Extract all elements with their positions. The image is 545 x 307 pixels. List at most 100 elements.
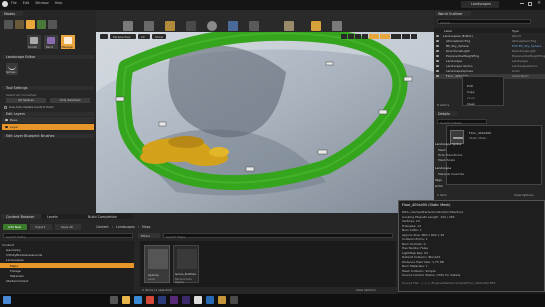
eye-icon[interactable] xyxy=(436,55,439,57)
tab-build-completion[interactable]: Build Completion xyxy=(83,214,133,219)
details-tab[interactable]: Details xyxy=(435,111,457,116)
mail-icon[interactable] xyxy=(206,296,214,304)
filters-button[interactable]: Filters xyxy=(138,233,160,238)
close-icon[interactable]: × xyxy=(537,0,541,6)
details-section[interactable]: Landscape xyxy=(435,166,451,170)
edit-layer-blueprint-header[interactable]: Edit Layer Blueprint Brushes xyxy=(2,134,94,138)
col-label[interactable]: Label xyxy=(444,29,452,33)
paths-search-input[interactable]: Search Paths xyxy=(3,233,133,239)
minimize-icon[interactable] xyxy=(520,3,524,4)
tab-levels[interactable]: Levels xyxy=(42,214,82,219)
rotate-icon[interactable] xyxy=(348,34,354,39)
details-section[interactable]: Actor xyxy=(435,184,443,188)
eye-icon[interactable] xyxy=(436,75,439,77)
eye-icon[interactable] xyxy=(436,40,439,42)
edit-layers-header[interactable]: Edit Layers xyxy=(2,112,94,116)
folder-icon[interactable] xyxy=(218,296,226,304)
edge-icon[interactable] xyxy=(134,296,142,304)
details-section[interactable]: Tags xyxy=(435,178,442,182)
scale-icon[interactable] xyxy=(355,34,361,39)
import-button[interactable]: Import xyxy=(30,224,52,230)
tree-item[interactable]: StarterContent xyxy=(6,279,28,283)
details-section[interactable]: Landscape Spline xyxy=(435,142,461,146)
only-selected-button[interactable]: Only Selected xyxy=(50,98,90,103)
snap-angle-icon[interactable] xyxy=(380,34,390,39)
show-button[interactable]: Show xyxy=(152,34,166,39)
landscape-editor-header[interactable]: Landscape Editor xyxy=(2,55,94,59)
auto-delete-checkbox[interactable] xyxy=(4,106,7,109)
menu-window[interactable]: Window xyxy=(35,1,48,5)
context-menu-item[interactable]: Edit xyxy=(467,84,473,88)
place-mode-icon[interactable] xyxy=(4,20,13,29)
maximize-icon[interactable] xyxy=(528,2,532,6)
tool-manage-button[interactable]: Manage xyxy=(61,35,75,49)
details-search-input[interactable]: Search Details xyxy=(437,119,487,125)
context-menu-item[interactable]: Paste xyxy=(467,96,475,100)
eye-icon[interactable] xyxy=(436,60,439,62)
context-menu-item[interactable]: Copy xyxy=(467,90,475,94)
menu-help[interactable]: Help xyxy=(55,1,63,5)
asset-tile[interactable]: Splines Level xyxy=(144,245,170,283)
windows-start-icon[interactable] xyxy=(3,296,11,304)
eye-icon[interactable] xyxy=(436,50,439,52)
snap-grid-icon[interactable] xyxy=(369,34,379,39)
tool-sculpt-button[interactable]: Sculpt xyxy=(27,35,41,49)
store-icon[interactable] xyxy=(230,296,238,304)
geometry-mode-icon[interactable] xyxy=(48,20,57,29)
maximize-viewport-icon[interactable] xyxy=(411,34,417,39)
tree-item[interactable]: Content xyxy=(2,243,14,247)
tree-item[interactable]: Geometry xyxy=(6,248,21,252)
translate-icon[interactable] xyxy=(341,34,347,39)
outliner-search-input[interactable]: Search... xyxy=(437,19,531,25)
tool-paint-button[interactable]: Paint xyxy=(44,35,58,49)
premiere-icon[interactable] xyxy=(170,296,178,304)
context-menu-item[interactable]: Clear xyxy=(467,102,475,106)
eye-icon[interactable] xyxy=(436,35,439,37)
modes-tab[interactable]: Modes xyxy=(1,11,23,16)
new-spline-tool-button[interactable]: Splines xyxy=(6,63,18,75)
file-explorer-icon[interactable] xyxy=(122,296,130,304)
viewport-options-button[interactable] xyxy=(100,34,108,39)
layer-row-base[interactable]: Base xyxy=(2,117,94,123)
landscape-mode-icon[interactable] xyxy=(26,20,35,29)
search-icon[interactable] xyxy=(110,296,118,304)
eye-icon[interactable] xyxy=(436,65,439,67)
menu-file[interactable]: File xyxy=(11,1,17,5)
snap-scale-icon[interactable] xyxy=(391,34,401,39)
photoshop-icon[interactable] xyxy=(158,296,166,304)
breadcrumb-landscapes[interactable]: Landscapes xyxy=(116,225,135,229)
window-tab[interactable]: Landscapes xyxy=(461,1,499,8)
eye-icon[interactable] xyxy=(5,125,8,128)
paint-mode-icon[interactable] xyxy=(15,20,24,29)
eye-icon[interactable] xyxy=(5,118,8,121)
world-icon[interactable] xyxy=(362,34,368,39)
details-view-options-button[interactable]: View Options xyxy=(514,193,534,197)
level-viewport[interactable]: Perspective Lit Show xyxy=(96,32,434,213)
tab-content-browser[interactable]: Content Browser xyxy=(1,214,41,219)
save-all-button[interactable]: Save All xyxy=(55,224,81,230)
tree-item-selected[interactable]: Maps xyxy=(0,263,134,268)
breadcrumb-content[interactable]: Content xyxy=(96,225,109,229)
breadcrumb-maps[interactable]: Maps xyxy=(142,225,150,229)
layer-row-selected[interactable]: Layer xyxy=(2,124,94,130)
tree-item[interactable]: InfinityBladeGrassLands xyxy=(6,253,42,257)
asset-search-input[interactable]: Search Maps xyxy=(163,233,393,239)
after-effects-icon[interactable] xyxy=(182,296,190,304)
lit-button[interactable]: Lit xyxy=(138,34,150,39)
eye-icon[interactable] xyxy=(436,70,439,72)
chrome-icon[interactable] xyxy=(146,296,154,304)
tool-settings-header[interactable]: Tool Settings xyxy=(2,86,94,90)
tree-item[interactable]: Foliage xyxy=(10,269,21,273)
eye-icon[interactable] xyxy=(436,45,439,47)
perspective-button[interactable]: Perspective xyxy=(110,34,136,39)
cb-view-options-button[interactable]: View Options xyxy=(356,288,376,292)
camera-speed-icon[interactable] xyxy=(402,34,410,39)
add-new-button[interactable]: Add New xyxy=(3,224,27,230)
col-type[interactable]: Type xyxy=(512,29,519,33)
tree-item[interactable]: Materials xyxy=(10,274,24,278)
world-outliner-tab[interactable]: World Outliner xyxy=(435,11,471,16)
asset-tile[interactable]: Splines_BuiltData Map Build Data Registr… xyxy=(173,245,199,284)
all-splines-button[interactable]: All Splines xyxy=(6,98,46,103)
tree-item[interactable]: Landscapes xyxy=(6,258,24,262)
unreal-icon[interactable] xyxy=(194,296,202,304)
